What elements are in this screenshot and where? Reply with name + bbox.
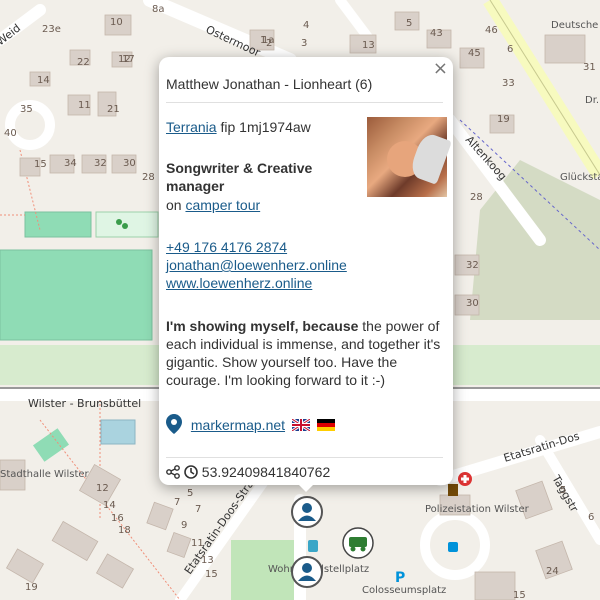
tour-link[interactable]: camper tour	[185, 197, 260, 213]
map-house-number: 23e	[42, 24, 61, 35]
map-house-number: 31	[583, 62, 596, 73]
map-house-number: 9	[181, 520, 187, 531]
role-text: Songwriter & Creative manager	[166, 160, 313, 194]
map-house-number: 34	[64, 158, 77, 169]
map-house-number: 11	[191, 538, 204, 549]
map-house-number: 4	[303, 20, 309, 31]
map-house-number: 15	[34, 159, 47, 170]
bus-stop-icon	[448, 542, 458, 552]
map-poi-label: Glückstad Werkstatt	[560, 172, 600, 183]
map-poi-label: Deutsche Telekom AG	[551, 20, 600, 31]
map-poi-label: Dr.	[585, 95, 599, 106]
tour-line: on camper tour	[166, 196, 366, 214]
email-line: jonathan@loewenherz.online	[166, 256, 347, 274]
profile-popup: × Matthew Jonathan - Lionheart (6) Terra…	[159, 57, 453, 485]
map-house-number: 32	[94, 158, 107, 169]
map-water	[100, 419, 136, 445]
map-house-number: 10	[110, 17, 123, 28]
user-marker-icon[interactable]	[291, 496, 323, 528]
profile-photo[interactable]	[367, 117, 452, 197]
website-line: www.loewenherz.online	[166, 274, 312, 292]
map-street-label: Wilster - Brunsbüttel	[28, 397, 141, 410]
markermap-link[interactable]: markermap.net	[191, 417, 285, 433]
uk-flag-icon[interactable]	[291, 419, 310, 431]
map-house-number: 14	[37, 75, 50, 86]
map-house-number: 5	[406, 18, 412, 29]
map-house-number: 5	[187, 488, 193, 499]
map-house-number: 33	[502, 78, 515, 89]
photo-hat	[408, 131, 452, 185]
de-flag-icon[interactable]	[316, 419, 335, 431]
map-house-number: 30	[466, 298, 479, 309]
clock-icon	[184, 465, 198, 479]
map-house-number: 14	[103, 500, 116, 511]
map-house-number: 15	[205, 569, 218, 580]
map-park-area-small	[24, 211, 92, 238]
map-house-number: 15	[513, 590, 526, 600]
phone-link[interactable]: +49 176 4176 2874	[166, 239, 287, 255]
user-marker-icon[interactable]	[291, 556, 323, 588]
map-house-number: 13	[362, 40, 375, 51]
popup-tip	[296, 482, 316, 492]
map-house-number: 1a	[262, 35, 275, 46]
tram-icon	[308, 540, 318, 552]
map-house-number: 24	[546, 566, 559, 577]
email-link[interactable]: jonathan@loewenherz.online	[166, 257, 347, 273]
popup-title: Matthew Jonathan - Lionheart (6)	[166, 76, 443, 103]
map-house-number: 8a	[152, 4, 165, 15]
map-house-number: 5	[560, 485, 566, 496]
map-house-number: 28	[470, 192, 483, 203]
camper-icon[interactable]	[342, 527, 374, 559]
vehicle-line: Terrania fip 1mj1974aw	[166, 118, 366, 136]
police-icon	[448, 484, 458, 496]
vehicle-id: fip 1mj1974aw	[216, 119, 311, 135]
map-house-number: 40	[4, 128, 17, 139]
map-house-number: 30	[123, 158, 136, 169]
markermap-line: markermap.net	[166, 414, 335, 434]
statement-bold: I'm showing myself, because	[166, 318, 359, 334]
map-house-number: 7	[174, 497, 180, 508]
map-house-number: 7	[195, 504, 201, 515]
map-house-number: 11	[78, 100, 91, 111]
tour-prefix: on	[166, 197, 186, 213]
map-poi-label: Stadthalle Wilster	[0, 469, 90, 480]
map-house-number: 21	[107, 104, 120, 115]
map-house-number: 32	[466, 260, 479, 271]
coordinates-row: 53.92409841840762	[166, 457, 443, 480]
phone-line: +49 176 4176 2874	[166, 238, 287, 256]
map-house-number: 17	[122, 54, 135, 65]
pharmacy-icon	[458, 472, 472, 486]
map-house-number: 3	[301, 38, 307, 49]
vehicle-link[interactable]: Terrania	[166, 119, 217, 135]
map-house-number: 12	[96, 483, 109, 494]
map-house-number: 18	[118, 525, 131, 536]
map-house-number: 43	[430, 28, 443, 39]
parking-icon: P	[395, 570, 405, 586]
statement-text: I'm showing myself, because the power of…	[166, 317, 446, 389]
map-poi-label: Polizeistation Wilster	[425, 504, 530, 515]
share-icon[interactable]	[166, 465, 180, 479]
location-pin-icon	[166, 414, 182, 434]
map-house-number: 22	[77, 57, 90, 68]
map-building	[474, 571, 516, 600]
website-link[interactable]: www.loewenherz.online	[166, 275, 312, 291]
map-house-number: 16	[111, 513, 124, 524]
map-house-number: 19	[25, 582, 38, 593]
map-house-number: 13	[201, 555, 214, 566]
coordinate-value: 53.92409841840762	[201, 464, 331, 480]
map-house-number: 35	[20, 104, 33, 115]
map-building	[544, 34, 586, 64]
map-house-number: 46	[485, 25, 498, 36]
map-house-number: 19	[497, 114, 510, 125]
map-house-number: 28	[142, 172, 155, 183]
map-park-area	[0, 249, 153, 341]
map-house-number: 6	[507, 44, 513, 55]
map-house-number: 6	[588, 512, 594, 523]
map-poi-label: Colosseumsplatz	[362, 585, 446, 596]
map-house-number: 45	[468, 48, 481, 59]
